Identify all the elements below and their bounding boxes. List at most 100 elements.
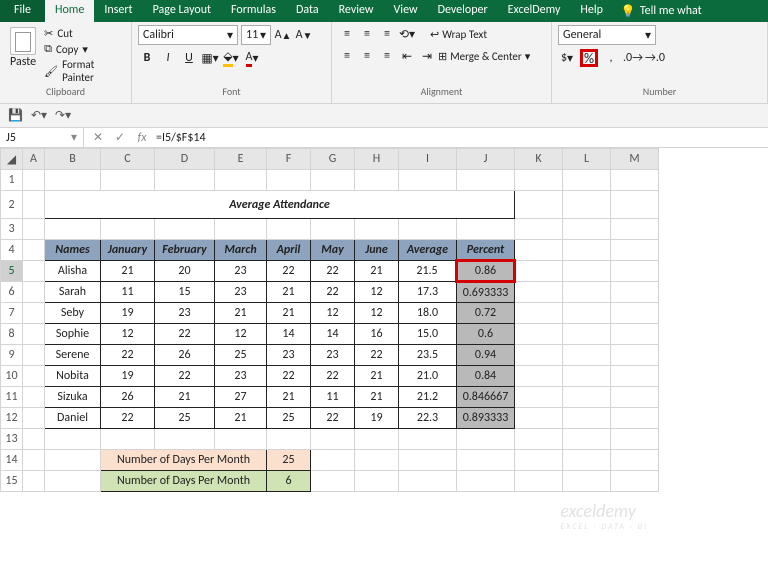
cell[interactable]: 26 xyxy=(101,387,155,408)
border-button[interactable]: ▦▾ xyxy=(201,49,219,67)
align-top-button[interactable]: ≡ xyxy=(338,25,356,43)
cell[interactable]: 21 xyxy=(267,303,311,324)
row-1[interactable]: 1 xyxy=(1,170,23,191)
align-middle-button[interactable]: ≡ xyxy=(358,25,376,43)
indent-increase-button[interactable]: ⇥ xyxy=(418,47,436,65)
cell[interactable]: 22 xyxy=(101,408,155,429)
hdr-feb[interactable]: February xyxy=(155,240,215,261)
row-13[interactable]: 13 xyxy=(1,429,23,450)
cell[interactable]: 22 xyxy=(311,366,355,387)
cell-percent[interactable]: 0.72 xyxy=(457,303,515,324)
cell[interactable]: 25 xyxy=(267,408,311,429)
cell[interactable]: 12 xyxy=(215,324,267,345)
cell[interactable]: 15.0 xyxy=(399,324,457,345)
days-val-2[interactable]: 6 xyxy=(267,471,311,492)
col-L[interactable]: L xyxy=(563,149,611,170)
format-painter-button[interactable]: 🖌Format Painter xyxy=(44,58,125,84)
col-B[interactable]: B xyxy=(45,149,101,170)
cell[interactable]: 22 xyxy=(311,261,355,282)
font-size-combo[interactable]: 11▾ xyxy=(241,25,271,45)
days-label-1[interactable]: Number of Days Per Month xyxy=(101,450,267,471)
bold-button[interactable]: B xyxy=(138,49,156,67)
cell-percent[interactable]: 0.893333 xyxy=(457,408,515,429)
decrease-font-button[interactable]: A▼ xyxy=(295,26,313,44)
increase-font-button[interactable]: A▲ xyxy=(274,26,292,44)
indent-decrease-button[interactable]: ⇤ xyxy=(398,47,416,65)
tab-page-layout[interactable]: Page Layout xyxy=(143,0,221,22)
col-A[interactable]: A xyxy=(23,149,45,170)
tab-formulas[interactable]: Formulas xyxy=(221,0,286,22)
row-3[interactable]: 3 xyxy=(1,219,23,240)
tell-me[interactable]: 💡Tell me what xyxy=(621,0,702,22)
cell[interactable]: 23 xyxy=(215,366,267,387)
cell[interactable]: 12 xyxy=(355,303,399,324)
cut-button[interactable]: ✂Cut xyxy=(44,27,125,40)
row-14[interactable]: 14 xyxy=(1,450,23,471)
hdr-pct[interactable]: Percent xyxy=(457,240,515,261)
cell[interactable]: 22 xyxy=(155,366,215,387)
cell[interactable]: 11 xyxy=(311,387,355,408)
cell[interactable]: 25 xyxy=(155,408,215,429)
tab-data[interactable]: Data xyxy=(286,0,329,22)
col-K[interactable]: K xyxy=(515,149,563,170)
col-J[interactable]: J xyxy=(457,149,515,170)
tab-developer[interactable]: Developer xyxy=(428,0,498,22)
cell[interactable]: 12 xyxy=(355,282,399,303)
cell-name[interactable]: Nobita xyxy=(45,366,101,387)
worksheet-grid[interactable]: ◢ A B C D E F G H I J K L M 1 2Average A… xyxy=(0,148,768,540)
select-all-corner[interactable]: ◢ xyxy=(1,149,23,170)
comma-format-button[interactable]: , xyxy=(602,49,620,67)
cell[interactable]: 22 xyxy=(311,282,355,303)
cell[interactable]: 21 xyxy=(215,303,267,324)
col-D[interactable]: D xyxy=(155,149,215,170)
cell[interactable]: 21 xyxy=(155,387,215,408)
days-val-1[interactable]: 25 xyxy=(267,450,311,471)
orientation-button[interactable]: ⟲▾ xyxy=(398,25,416,43)
cell[interactable]: 22 xyxy=(155,324,215,345)
hdr-names[interactable]: Names xyxy=(45,240,101,261)
cancel-formula-button[interactable]: ✕ xyxy=(90,130,106,145)
align-bottom-button[interactable]: ≡ xyxy=(378,25,396,43)
cell[interactable]: 22 xyxy=(101,345,155,366)
row-11[interactable]: 11 xyxy=(1,387,23,408)
row-2[interactable]: 2 xyxy=(1,191,23,219)
cell-name[interactable]: Serene xyxy=(45,345,101,366)
fx-button[interactable]: fx xyxy=(134,131,150,145)
cell[interactable]: 22 xyxy=(355,345,399,366)
cell[interactable]: 21.0 xyxy=(399,366,457,387)
tab-insert[interactable]: Insert xyxy=(94,0,142,22)
cell[interactable]: 21 xyxy=(267,387,311,408)
col-I[interactable]: I xyxy=(399,149,457,170)
cell-percent[interactable]: 0.846667 xyxy=(457,387,515,408)
fill-color-button[interactable]: ⬙▾ xyxy=(222,49,240,67)
cell[interactable]: 21.2 xyxy=(399,387,457,408)
cell[interactable]: 23 xyxy=(215,261,267,282)
cell[interactable]: 21 xyxy=(267,282,311,303)
row-10[interactable]: 10 xyxy=(1,366,23,387)
redo-button[interactable]: ↷▾ xyxy=(55,108,71,123)
percent-format-button[interactable]: % xyxy=(580,49,598,67)
cell-name[interactable]: Sarah xyxy=(45,282,101,303)
accounting-format-button[interactable]: $▾ xyxy=(558,49,576,67)
cell[interactable]: 22 xyxy=(267,261,311,282)
col-H[interactable]: H xyxy=(355,149,399,170)
font-color-button[interactable]: A▾ xyxy=(243,49,261,67)
days-label-2[interactable]: Number of Days Per Month xyxy=(101,471,267,492)
tab-file[interactable]: File xyxy=(0,0,45,22)
col-G[interactable]: G xyxy=(311,149,355,170)
cell-percent[interactable]: 0.84 xyxy=(457,366,515,387)
cell[interactable]: 11 xyxy=(101,282,155,303)
cell[interactable]: 23.5 xyxy=(399,345,457,366)
col-M[interactable]: M xyxy=(611,149,659,170)
hdr-may[interactable]: May xyxy=(311,240,355,261)
number-format-combo[interactable]: General▾ xyxy=(558,25,656,45)
cell[interactable]: 12 xyxy=(311,303,355,324)
row-12[interactable]: 12 xyxy=(1,408,23,429)
cell-name[interactable]: Alisha xyxy=(45,261,101,282)
cell-percent[interactable]: 0.86 xyxy=(457,261,515,282)
tab-view[interactable]: View xyxy=(384,0,428,22)
copy-button[interactable]: ⧉Copy▾ xyxy=(44,42,125,56)
cell[interactable]: 17.3 xyxy=(399,282,457,303)
cell[interactable]: 27 xyxy=(215,387,267,408)
name-box[interactable]: J5▾ xyxy=(0,128,84,147)
